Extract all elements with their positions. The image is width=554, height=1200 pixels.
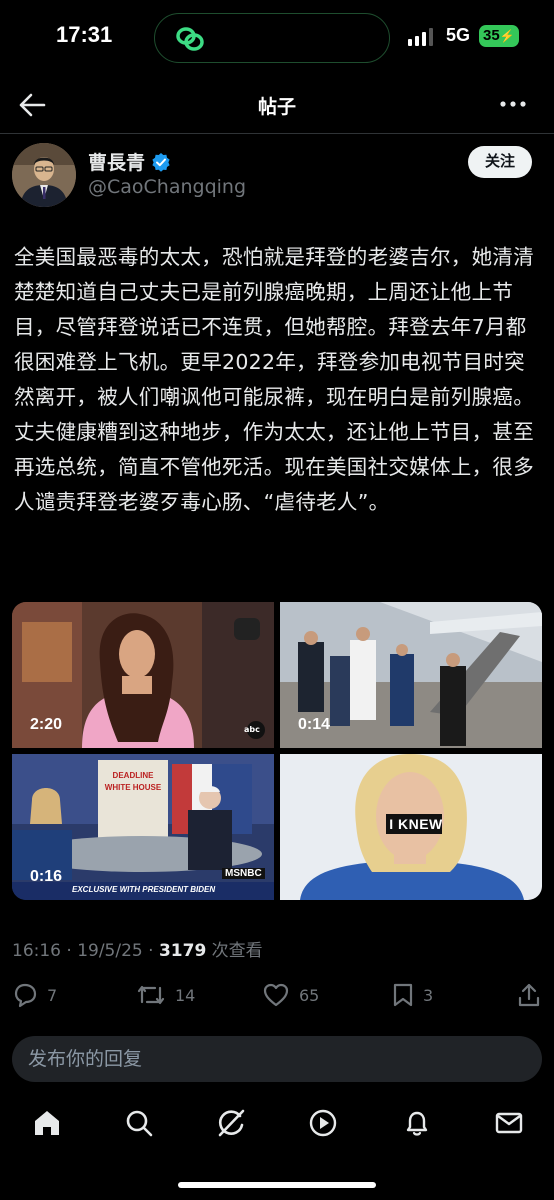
network-logo: MSNBC <box>222 868 265 879</box>
post-meta: 16:16 · 19/5/25 · 3179 次查看 <box>12 936 263 961</box>
battery-icon: 35⚡ <box>479 25 519 47</box>
grok-icon[interactable] <box>216 1108 246 1138</box>
share-icon <box>518 983 540 1007</box>
share-button[interactable] <box>516 982 542 1008</box>
video-icon[interactable] <box>308 1108 338 1138</box>
tv-banner: EXCLUSIVE WITH PRESIDENT BIDEN <box>72 885 216 894</box>
repost-count: 14 <box>175 985 196 1005</box>
messages-icon[interactable] <box>494 1108 524 1138</box>
reply-icon <box>14 983 37 1008</box>
like-count: 65 <box>299 985 320 1005</box>
author-handle[interactable]: @CaoChangqing <box>88 176 246 198</box>
network-type: 5G <box>446 25 471 45</box>
video-duration: 0:16 <box>30 868 63 885</box>
dynamic-island <box>154 13 390 63</box>
search-icon[interactable] <box>124 1108 154 1138</box>
page-title: 帖子 <box>257 96 296 118</box>
bookmark-button[interactable]: 3 <box>392 982 433 1008</box>
tv-sign: DEADLINE WHITE HOUSE <box>104 771 162 792</box>
reply-button[interactable]: 7 <box>12 982 57 1008</box>
reply-count: 7 <box>47 985 58 1005</box>
video-duration: 2:20 <box>30 716 63 733</box>
battery-level: 35 <box>483 27 500 44</box>
post-text: 全美国最恶毒的太太，恐怕就是拜登的老婆吉尔，她清清楚楚知道自己丈夫已是前列腺癌晚… <box>14 245 534 514</box>
home-icon[interactable] <box>32 1108 62 1138</box>
heart-icon <box>263 983 289 1007</box>
like-button[interactable]: 65 <box>262 982 319 1008</box>
status-bar: 17:31 5G 35⚡ <box>0 0 554 76</box>
reply-input[interactable]: 发布你的回复 <box>12 1036 542 1082</box>
link-icon <box>176 27 204 51</box>
top-nav: 帖子 <box>0 76 554 134</box>
image-caption: I KNEW <box>389 816 443 832</box>
more-options-icon[interactable] <box>500 94 526 114</box>
author-name[interactable]: 曹長青 <box>88 148 145 175</box>
home-indicator <box>178 1182 376 1188</box>
follow-button[interactable]: 关注 <box>468 146 532 178</box>
verified-badge-icon <box>152 152 170 172</box>
avatar[interactable] <box>12 143 76 207</box>
media-image-4[interactable]: I KNEW <box>280 754 542 900</box>
repost-button[interactable]: 14 <box>136 982 195 1008</box>
post-timestamp: 16:16 · 19/5/25 · <box>12 941 159 961</box>
author-name-row: 曹長青 <box>88 148 171 175</box>
media-video-2[interactable]: 0:14 <box>280 602 542 748</box>
view-count: 3179 <box>158 941 207 961</box>
views-label: 次查看 <box>206 941 263 961</box>
bookmark-count: 3 <box>423 985 434 1005</box>
repost-icon <box>137 985 165 1005</box>
video-duration: 0:14 <box>298 716 331 733</box>
notifications-icon[interactable] <box>402 1108 432 1138</box>
status-time: 17:31 <box>56 22 113 47</box>
action-bar: 7 14 65 3 <box>0 970 554 1024</box>
cellular-signal-icon <box>408 28 433 46</box>
media-video-1[interactable]: 2:20 abc <box>12 602 274 748</box>
media-video-3[interactable]: DEADLINE WHITE HOUSE MSNBC EXCLUSIVE WIT… <box>12 754 274 900</box>
bookmark-icon <box>393 983 413 1007</box>
network-logo: abc <box>244 725 260 734</box>
